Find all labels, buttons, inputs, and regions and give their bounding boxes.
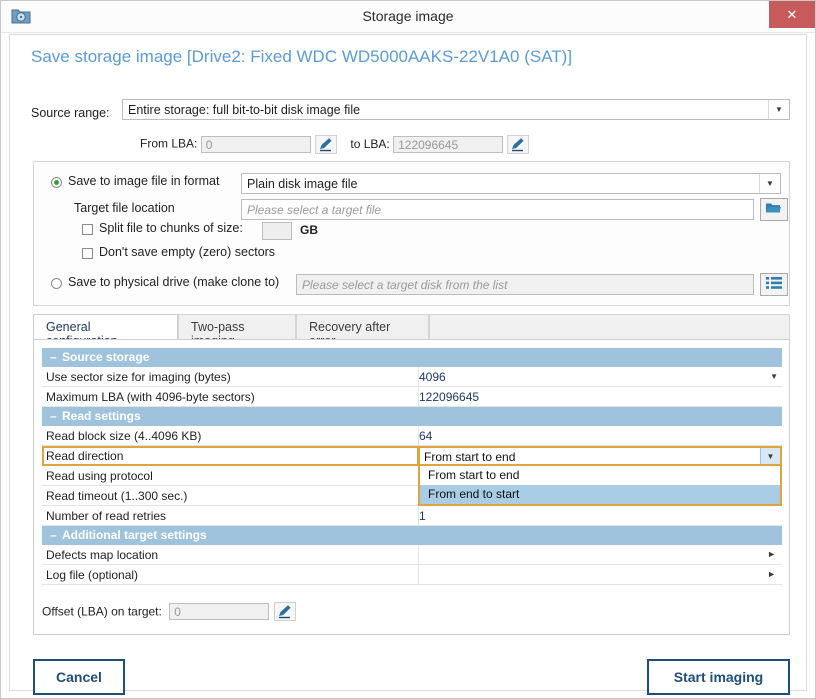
setting-key: Read block size (4..4096 KB) <box>46 429 202 443</box>
tab-recovery-after-error[interactable]: Recovery after error <box>296 314 429 348</box>
section-header-additional-target-settings[interactable]: – Additional target settings <box>42 526 782 545</box>
setting-value: 122096645 <box>419 390 480 404</box>
to-lba-edit-pencil-icon[interactable] <box>507 135 530 154</box>
setting-key: Read using protocol <box>46 469 153 483</box>
dialog-body: Save storage image [Drive2: Fixed WDC WD… <box>9 34 807 695</box>
read-direction-value: From start to end <box>424 450 516 464</box>
source-range-combo[interactable]: Entire storage: full bit-to-bit disk ima… <box>122 99 790 120</box>
setting-key: Defects map location <box>46 548 159 562</box>
chevron-down-icon[interactable]: ▼ <box>770 372 778 381</box>
checkbox-split-file[interactable] <box>82 224 93 235</box>
chevron-right-icon[interactable]: ► <box>767 569 776 579</box>
cancel-button[interactable]: Cancel <box>33 659 125 695</box>
list-select-icon <box>766 276 782 293</box>
section-title: Additional target settings <box>62 528 207 542</box>
lba-range-row: From LBA: 0 to LBA: 122096645 <box>140 135 530 155</box>
from-lba-input[interactable]: 0 <box>200 136 311 153</box>
skip-empty-sectors-label: Don't save empty (zero) sectors <box>99 245 276 259</box>
table-row[interactable]: Use sector size for imaging (bytes) 4096… <box>42 367 782 387</box>
dropdown-option-from-end-to-start[interactable]: From end to start <box>420 485 780 504</box>
read-direction-label-cell: Read direction <box>42 446 419 466</box>
setting-key: Read timeout (1..300 sec.) <box>46 489 188 503</box>
target-file-location-input[interactable]: Please select a target file <box>241 199 754 220</box>
checkbox-skip-empty-sectors[interactable] <box>82 248 93 259</box>
setting-value: 4096 <box>419 370 446 384</box>
setting-key: Number of read retries <box>46 509 167 523</box>
table-row[interactable]: Log file (optional) ► <box>42 565 782 585</box>
table-row[interactable]: Number of read retries 1 <box>42 506 782 526</box>
to-lba-input[interactable]: 122096645 <box>393 136 504 153</box>
chunk-size-input[interactable] <box>262 222 292 240</box>
image-format-value: Plain disk image file <box>247 177 358 191</box>
settings-panel: – Source storage Use sector size for imag… <box>33 339 790 635</box>
radio-save-to-physical-drive[interactable] <box>51 278 62 289</box>
close-button[interactable]: ✕ <box>769 1 815 28</box>
source-range-label: Source range: <box>31 106 110 120</box>
folder-open-icon <box>765 201 783 218</box>
save-to-image-file-label: Save to image file in format <box>68 174 220 188</box>
column-divider <box>418 545 419 564</box>
target-groupbox: Save to image file in format Plain disk … <box>33 161 790 306</box>
title-bar: Storage image ✕ <box>1 1 815 33</box>
save-to-physical-drive-label: Save to physical drive (make clone to) <box>68 275 280 289</box>
target-file-placeholder: Please select a target file <box>247 203 382 217</box>
offset-edit-pencil-icon[interactable] <box>273 602 296 621</box>
offset-label: Offset (LBA) on target: <box>42 604 162 619</box>
tabstrip-filler <box>429 314 790 340</box>
collapse-icon[interactable]: – <box>50 348 62 367</box>
setting-value: 1 <box>419 509 426 523</box>
collapse-icon[interactable]: – <box>50 526 62 545</box>
target-drive-input[interactable]: Please select a target disk from the lis… <box>296 274 754 295</box>
section-title: Read settings <box>62 409 141 423</box>
setting-key: Maximum LBA (with 4096-byte sectors) <box>46 390 255 404</box>
setting-key: Log file (optional) <box>46 568 139 582</box>
table-row[interactable]: Read block size (4..4096 KB) 64 <box>42 426 782 446</box>
collapse-icon[interactable]: – <box>50 407 62 426</box>
chevron-down-icon[interactable]: ▼ <box>759 174 780 193</box>
start-imaging-button[interactable]: Start imaging <box>647 659 790 695</box>
storage-image-dialog: Storage image ✕ Save storage image [Driv… <box>0 0 816 699</box>
section-header-read-settings[interactable]: – Read settings <box>42 407 782 426</box>
column-divider <box>418 565 419 584</box>
page-title: Save storage image [Drive2: Fixed WDC WD… <box>31 47 573 66</box>
target-file-location-label: Target file location <box>74 201 175 215</box>
to-lba-label: to LBA: <box>350 136 390 151</box>
from-lba-label: From LBA: <box>140 136 198 151</box>
select-target-disk-button[interactable] <box>760 273 788 296</box>
dropdown-option-from-start-to-end[interactable]: From start to end <box>420 466 780 485</box>
settings-tabs: General configuration Two-pass imaging R… <box>33 314 790 348</box>
from-lba-edit-pencil-icon[interactable] <box>315 135 338 154</box>
setting-key: Use sector size for imaging (bytes) <box>46 370 231 384</box>
source-range-value: Entire storage: full bit-to-bit disk ima… <box>128 103 361 117</box>
table-row[interactable]: Defects map location ► <box>42 545 782 565</box>
settings-grid: – Source storage Use sector size for imag… <box>42 348 782 585</box>
offset-row: Offset (LBA) on target: 0 <box>42 602 296 624</box>
read-direction-combo[interactable]: From start to end ▼ <box>418 446 782 466</box>
section-header-source-storage[interactable]: – Source storage <box>42 348 782 367</box>
chevron-down-icon[interactable]: ▼ <box>760 448 780 464</box>
tab-general-configuration[interactable]: General configuration <box>33 314 178 348</box>
window-title: Storage image <box>362 8 454 24</box>
table-row-read-direction[interactable]: Read direction From start to end ▼ From … <box>42 446 782 506</box>
browse-target-file-button[interactable] <box>760 198 788 221</box>
gb-unit-label: GB <box>300 223 318 237</box>
read-direction-dropdown[interactable]: From start to end ▼ From start to end Fr… <box>418 446 782 506</box>
table-row[interactable]: Maximum LBA (with 4096-byte sectors) 122… <box>42 387 782 407</box>
read-direction-option-list: From start to end From end to start <box>418 466 782 506</box>
chevron-down-icon[interactable]: ▼ <box>768 100 789 119</box>
image-format-combo[interactable]: Plain disk image file ▼ <box>241 173 781 194</box>
offset-input[interactable]: 0 <box>169 603 270 620</box>
chevron-right-icon[interactable]: ► <box>767 549 776 559</box>
section-title: Source storage <box>62 350 150 364</box>
radio-save-to-image-file[interactable] <box>51 177 62 188</box>
tab-two-pass-imaging[interactable]: Two-pass imaging <box>178 314 296 348</box>
setting-value: 64 <box>419 429 433 443</box>
setting-key: Read direction <box>46 449 124 463</box>
target-drive-placeholder: Please select a target disk from the lis… <box>302 278 508 292</box>
split-file-label: Split file to chunks of size: <box>99 221 243 235</box>
